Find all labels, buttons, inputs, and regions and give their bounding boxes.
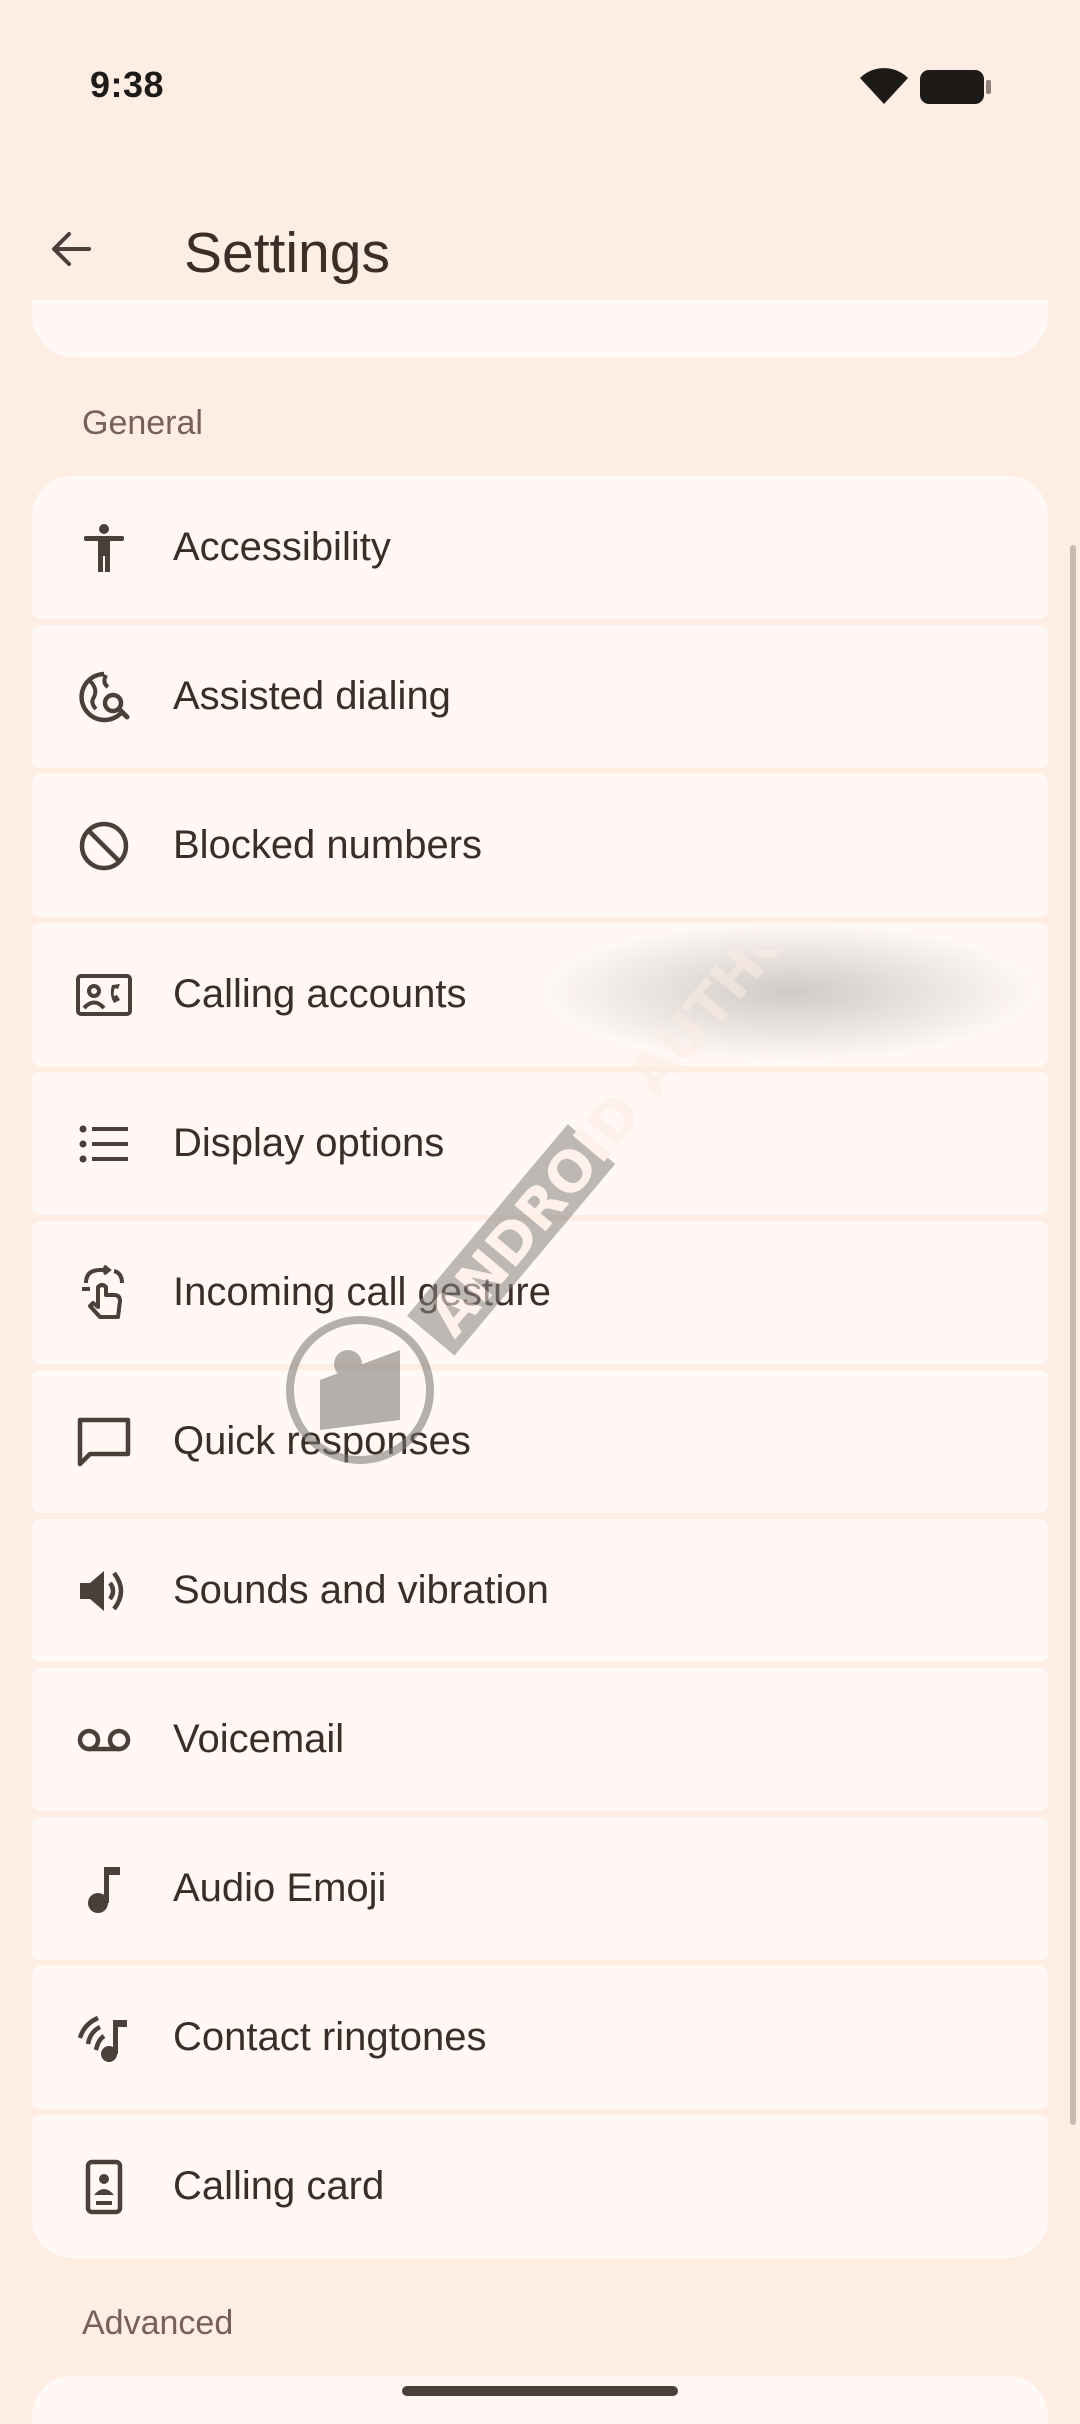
settings-item-audio-emoji[interactable]: Audio Emoji	[32, 1817, 1048, 1960]
chat-bubble-icon	[72, 1410, 136, 1474]
calling-accounts-icon	[72, 963, 136, 1027]
status-time: 9:38	[90, 64, 165, 105]
back-button[interactable]	[38, 216, 104, 282]
list-icon	[72, 1112, 136, 1176]
settings-item-label: Sounds and vibration	[173, 1568, 549, 1612]
settings-item-calling-card[interactable]: Calling card	[32, 2115, 1048, 2258]
settings-item-accessibility[interactable]: Accessibility	[32, 476, 1048, 619]
settings-item-label: Calling accounts	[173, 972, 467, 1016]
settings-item-voicemail[interactable]: Voicemail	[32, 1668, 1048, 1811]
settings-item-label: Quick responses	[173, 1419, 471, 1463]
assisted-dialing-icon	[72, 665, 136, 729]
settings-item-label: Contact ringtones	[173, 2015, 487, 2059]
arrow-back-icon	[52, 232, 91, 266]
settings-screen: 9:38 Settings General Accessibility Assi…	[0, 0, 1080, 2424]
home-indicator[interactable]	[402, 2386, 678, 2396]
voicemail-icon	[72, 1708, 136, 1772]
advanced-card	[32, 2376, 1048, 2424]
settings-item-display-options[interactable]: Display options	[32, 1072, 1048, 1215]
settings-item-label: Incoming call gesture	[173, 1270, 551, 1314]
section-header-general: General	[82, 404, 203, 442]
section-header-advanced: Advanced	[82, 2304, 234, 2342]
accessibility-icon	[72, 516, 136, 580]
settings-item-label: Blocked numbers	[173, 823, 483, 867]
previous-card	[32, 300, 1048, 358]
gesture-icon	[72, 1261, 136, 1325]
music-note-icon	[72, 1857, 136, 1921]
settings-item-label: Display options	[173, 1121, 445, 1165]
settings-item-label: Audio Emoji	[173, 1866, 387, 1910]
settings-item-assisted-dialing[interactable]: Assisted dialing	[32, 625, 1048, 768]
settings-item-label: Voicemail	[173, 1717, 345, 1761]
settings-item-calling-accounts[interactable]: Calling accounts	[32, 923, 1048, 1066]
scrollbar[interactable]	[1070, 545, 1076, 2125]
volume-icon	[72, 1559, 136, 1623]
calling-card-icon	[72, 2155, 136, 2219]
settings-item-sounds-and-vibration[interactable]: Sounds and vibration	[32, 1519, 1048, 1662]
general-settings-list: Accessibility Assisted dialing Blocked n…	[32, 476, 1048, 2258]
wifi-icon	[860, 68, 908, 104]
settings-item-label: Assisted dialing	[173, 674, 451, 718]
page-title: Settings	[184, 221, 390, 285]
block-icon	[72, 814, 136, 878]
settings-item-blocked-numbers[interactable]: Blocked numbers	[32, 774, 1048, 917]
settings-item-quick-responses[interactable]: Quick responses	[32, 1370, 1048, 1513]
settings-item-label: Accessibility	[173, 525, 391, 569]
settings-item-contact-ringtones[interactable]: Contact ringtones	[32, 1966, 1048, 2109]
contact-ringtone-icon	[72, 2006, 136, 2070]
status-bar: 9:38	[0, 0, 1080, 140]
battery-icon	[920, 70, 991, 104]
settings-item-incoming-call-gesture[interactable]: Incoming call gesture	[32, 1221, 1048, 1364]
settings-item-label: Calling card	[173, 2164, 385, 2208]
